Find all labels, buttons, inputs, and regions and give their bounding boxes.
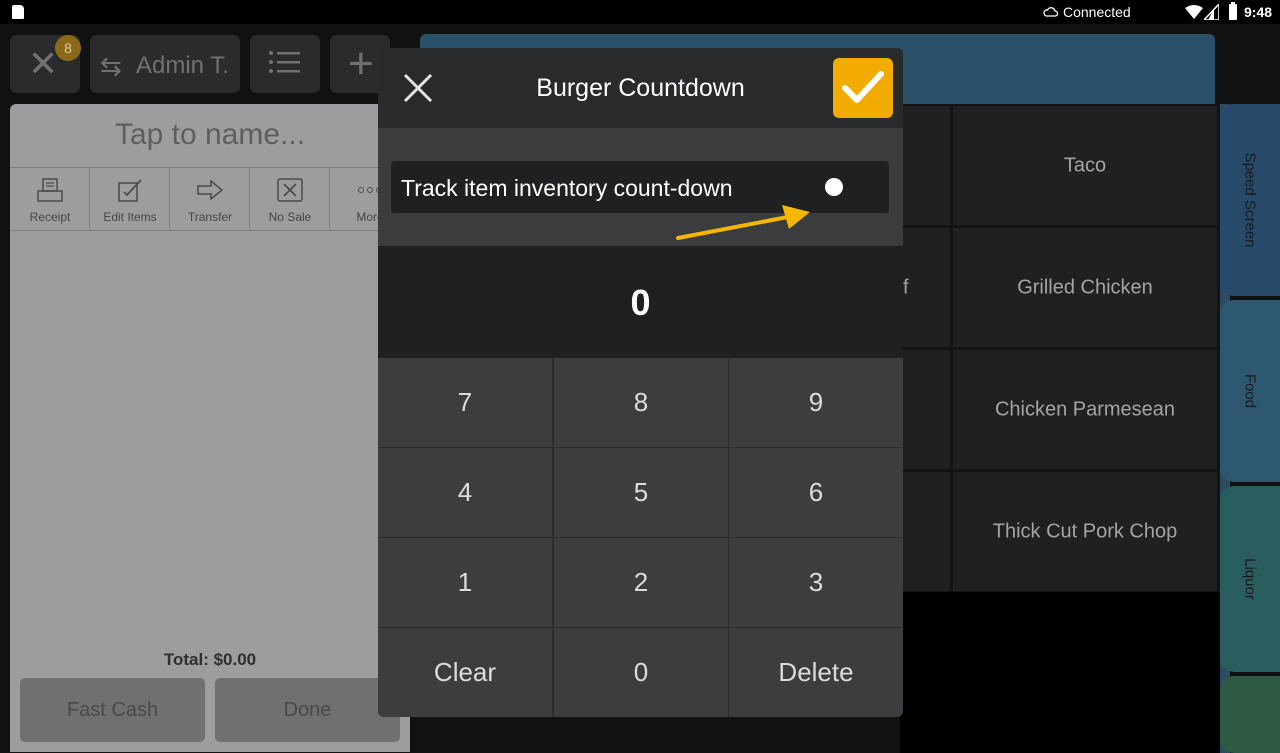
ticket-items-list xyxy=(10,231,410,641)
signal-icon xyxy=(1204,4,1219,20)
user-name: Admin T. xyxy=(136,52,229,79)
numeric-keypad: 7 8 9 4 5 6 1 2 3 Clear 0 Delete xyxy=(378,358,903,717)
ticket-name-field[interactable]: Tap to name... xyxy=(10,118,410,152)
transfer-arrow-icon xyxy=(197,179,223,201)
dialog-title: Burger Countdown xyxy=(536,74,745,102)
key-2[interactable]: 2 xyxy=(554,538,728,627)
menu-item[interactable] xyxy=(900,350,950,469)
edit-items-icon xyxy=(118,179,142,202)
wifi-icon xyxy=(1185,5,1203,19)
checkmark-icon xyxy=(842,71,884,103)
transfer-button[interactable]: Transfer xyxy=(170,168,250,230)
menu-item[interactable]: f xyxy=(900,228,950,347)
order-list-button[interactable] xyxy=(250,35,320,93)
connection-status: Connected xyxy=(1063,4,1131,20)
key-8[interactable]: 8 xyxy=(554,358,728,447)
receipt-icon xyxy=(37,178,63,202)
ticket-tools: Receipt Edit Items Transfer No Sale More xyxy=(10,168,410,230)
tab-liquor[interactable]: Liquor xyxy=(1220,486,1280,672)
no-sale-icon xyxy=(277,178,303,202)
clock: 9:48 xyxy=(1244,4,1273,20)
annotation-arrow-icon xyxy=(676,205,810,240)
edit-items-button[interactable]: Edit Items xyxy=(90,168,170,230)
count-value: 0 xyxy=(630,282,651,323)
fast-cash-button[interactable]: Fast Cash xyxy=(20,678,205,742)
swap-arrows-icon: ⇆ xyxy=(100,51,122,81)
key-0[interactable]: 0 xyxy=(554,628,728,717)
tab-other[interactable] xyxy=(1220,676,1280,753)
order-count-badge: 8 xyxy=(55,35,81,61)
tool-label: No Sale xyxy=(268,210,312,224)
countdown-dialog: Burger Countdown Track item inventory co… xyxy=(378,48,903,717)
ticket-total: Total: $0.00 xyxy=(163,650,257,669)
menu-item-taco[interactable]: Taco xyxy=(953,106,1217,225)
confirm-button[interactable] xyxy=(833,58,893,118)
key-4[interactable]: 4 xyxy=(378,448,552,537)
key-7[interactable]: 7 xyxy=(378,358,552,447)
key-5[interactable]: 5 xyxy=(554,448,728,537)
dialog-header: Burger Countdown xyxy=(378,48,903,128)
ticket-panel: Tap to name... Receipt Edit Items Transf… xyxy=(10,104,410,752)
tool-label: Transfer xyxy=(187,210,233,224)
key-3[interactable]: 3 xyxy=(729,538,903,627)
tool-label: Edit Items xyxy=(103,210,157,224)
battery-icon xyxy=(1229,2,1237,20)
track-inventory-label: Track item inventory count-down xyxy=(401,175,733,201)
key-9[interactable]: 9 xyxy=(729,358,903,447)
tab-speed-screen[interactable]: Speed Screen xyxy=(1220,104,1280,296)
plus-icon: + xyxy=(348,39,374,88)
count-display: 0 xyxy=(378,246,903,358)
tool-label: Receipt xyxy=(29,210,71,224)
sd-card-icon xyxy=(12,5,24,19)
status-bar: Connected 9:48 xyxy=(0,0,1280,24)
key-1[interactable]: 1 xyxy=(378,538,552,627)
done-button[interactable]: Done xyxy=(215,678,400,742)
cloud-icon xyxy=(1043,7,1058,17)
grid-empty-area xyxy=(900,592,1220,753)
menu-item[interactable] xyxy=(900,472,950,591)
switch-user-button[interactable]: ⇆ Admin T. xyxy=(90,35,240,93)
menu-item-chicken-parmesean[interactable]: Chicken Parmesean xyxy=(953,350,1217,469)
close-icon: ✕ xyxy=(28,43,59,84)
menu-item-pork-chop[interactable]: Thick Cut Pork Chop xyxy=(953,472,1217,591)
track-inventory-toggle[interactable] xyxy=(825,178,843,196)
menu-grid: Taco f Grilled Chicken Chicken Parmesean… xyxy=(900,104,1220,592)
menu-item[interactable] xyxy=(900,106,950,225)
key-6[interactable]: 6 xyxy=(729,448,903,537)
key-delete[interactable]: Delete xyxy=(729,628,903,717)
no-sale-button[interactable]: No Sale xyxy=(250,168,330,230)
receipt-button[interactable]: Receipt xyxy=(10,168,90,230)
menu-item-grilled-chicken[interactable]: Grilled Chicken xyxy=(953,228,1217,347)
key-clear[interactable]: Clear xyxy=(378,628,552,717)
tab-food[interactable]: Food xyxy=(1220,300,1280,482)
track-inventory-section: Track item inventory count-down xyxy=(378,128,903,246)
close-order-button[interactable]: ✕ 8 xyxy=(10,35,81,93)
list-icon xyxy=(269,51,300,73)
